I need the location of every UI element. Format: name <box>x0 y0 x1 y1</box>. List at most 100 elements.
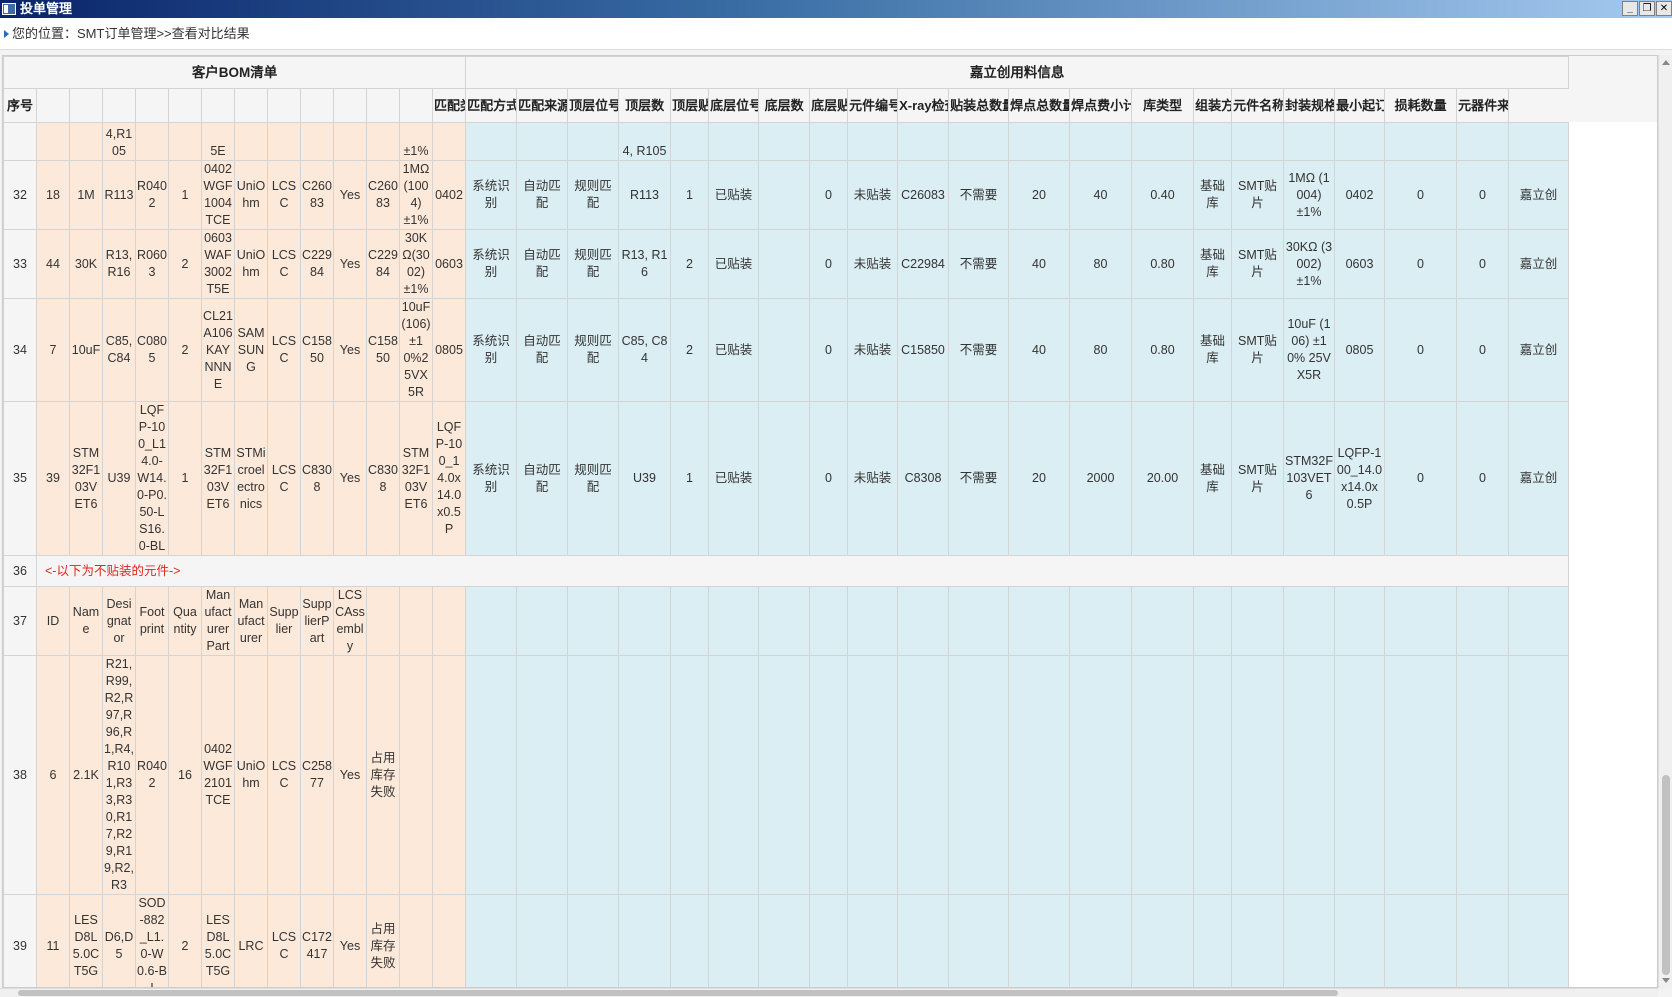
customer-bom-cell: LCSC <box>267 298 301 402</box>
jlc-material-cell: 基础库 <box>1193 401 1232 556</box>
jlc-material-cell <box>1283 894 1335 987</box>
customer-bom-cell: 4,R105 <box>102 122 136 161</box>
jlc-material-cell <box>897 655 949 895</box>
customer-bom-cell: Yes <box>333 298 367 402</box>
customer-bom-cell: 1MΩ(1004)±1% <box>399 160 433 230</box>
jlc-material-cell <box>1283 655 1335 895</box>
customer-bom-cell: 7 <box>36 298 70 402</box>
customer-bom-cell: 占用库存失败 <box>366 655 400 895</box>
jlc-material-cell: 0 <box>1456 160 1509 230</box>
vertical-scroll-thumb[interactable] <box>1662 775 1670 975</box>
customer-bom-cell <box>36 122 70 161</box>
jlc-material-cell: R113 <box>618 160 671 230</box>
jlc-material-cell <box>1131 894 1194 987</box>
customer-bom-cell: 39 <box>36 401 70 556</box>
customer-bom-cell: LQFP-100_14.0x14.0x0.5P <box>432 401 466 556</box>
customer-bom-cell: C26083 <box>366 160 400 230</box>
jlc-material-cell: 0 <box>809 160 848 230</box>
col-header-customer-blank <box>168 88 202 123</box>
jlc-material-cell: 20.00 <box>1131 401 1194 556</box>
jlc-material-cell: 已贴装 <box>708 401 759 556</box>
customer-bom-cell: 30KΩ(3002)±1% <box>399 229 433 299</box>
horizontal-scrollbar[interactable] <box>0 988 1658 997</box>
jlc-material-cell: SMT贴片 <box>1231 229 1284 299</box>
customer-bom-cell: 1 <box>168 160 202 230</box>
scroll-up-icon[interactable] <box>1662 60 1670 65</box>
customer-bom-cell: Quantity <box>168 586 202 656</box>
customer-bom-cell: C15850 <box>366 298 400 402</box>
col-header-jlc: 顶层数 <box>618 88 672 123</box>
customer-bom-cell: Yes <box>333 229 367 299</box>
col-header-customer-blank <box>399 88 433 123</box>
jlc-material-cell <box>758 894 810 987</box>
jlc-material-cell <box>516 586 568 656</box>
customer-bom-cell <box>69 122 103 161</box>
table-row: 37 ID Name Designator Footprint Quantity Manuf… <box>3 586 1569 656</box>
jlc-material-cell <box>670 894 709 987</box>
jlc-material-cell: 不需要 <box>948 160 1009 230</box>
jlc-material-cell: 0402 <box>1334 160 1385 230</box>
customer-bom-cell: Yes <box>333 655 367 895</box>
jlc-material-cell: 自动匹配 <box>516 401 568 556</box>
customer-bom-cell: LCSC <box>267 160 301 230</box>
jlc-material-cell <box>758 655 810 895</box>
customer-bom-cell <box>432 655 466 895</box>
jlc-material-cell <box>1069 122 1132 161</box>
customer-bom-cell: 0402WGF2101TCE <box>201 655 235 895</box>
jlc-material-cell <box>670 655 709 895</box>
customer-bom-cell: R21,R99,R2,R97,R96,R1,R4,R101,R33,R30,R1… <box>102 655 136 895</box>
jlc-material-cell: C85, C84 <box>618 298 671 402</box>
jlc-material-cell: 系统识别 <box>465 401 517 556</box>
jlc-material-cell: 基础库 <box>1193 229 1232 299</box>
customer-bom-cell: 0402WGF1004TCE <box>201 160 235 230</box>
jlc-material-cell <box>1069 586 1132 656</box>
customer-bom-cell: 18 <box>36 160 70 230</box>
col-header-customer-blank <box>234 88 268 123</box>
jlc-material-cell <box>1193 122 1232 161</box>
customer-bom-cell: 10uF(106)±10%25VX5R <box>399 298 433 402</box>
customer-bom-cell: STM32F103VET6 <box>201 401 235 556</box>
jlc-material-cell: 不需要 <box>948 401 1009 556</box>
customer-bom-cell: CL21A106KAYNNNE <box>201 298 235 402</box>
customer-bom-cell: ManufacturerPart <box>201 586 235 656</box>
customer-bom-cell <box>168 122 202 161</box>
jlc-material-cell <box>809 655 848 895</box>
customer-bom-cell: 11 <box>36 894 70 987</box>
jlc-material-cell: 不需要 <box>948 229 1009 299</box>
scroll-down-icon[interactable] <box>1662 978 1670 983</box>
minimize-button[interactable]: _ <box>1622 1 1638 16</box>
customer-bom-cell: 44 <box>36 229 70 299</box>
customer-bom-cell: SupplierPart <box>300 586 334 656</box>
jlc-material-cell: 未贴装 <box>847 401 898 556</box>
col-header-jlc: 底层贴装 <box>809 88 849 123</box>
customer-bom-cell: 0402 <box>432 160 466 230</box>
jlc-material-cell <box>567 894 619 987</box>
customer-bom-cell: 1 <box>168 401 202 556</box>
customer-bom-header: 客户BOM清单 <box>3 56 467 89</box>
restore-button[interactable]: ❐ <box>1639 1 1655 16</box>
jlc-material-cell <box>708 655 759 895</box>
jlc-material-cell <box>465 586 517 656</box>
customer-bom-cell <box>432 586 466 656</box>
jlc-material-cell: 40 <box>1008 229 1070 299</box>
customer-bom-cell: D6,D5 <box>102 894 136 987</box>
jlc-material-cell <box>1334 894 1385 987</box>
table-row: 38 6 2.1K R21,R99,R2,R97,R96,R1,R4,R101,R33… <box>3 655 1569 895</box>
jlc-material-cell <box>1384 122 1457 161</box>
jlc-material-cell: 不需要 <box>948 298 1009 402</box>
customer-bom-cell: STMicroelectronics <box>234 401 268 556</box>
jlc-material-cell: 规则匹配 <box>567 298 619 402</box>
table-row: 32 18 1M R113 R0402 1 0402WGF1004TCE UniOhm LCSC… <box>3 160 1569 230</box>
customer-bom-cell: ±1% <box>399 122 433 161</box>
customer-bom-cell <box>333 122 367 161</box>
col-header-jlc: 底层位号 <box>708 88 760 123</box>
customer-bom-cell: Supplier <box>267 586 301 656</box>
jlc-material-cell: 20 <box>1008 160 1070 230</box>
jlc-material-cell: 0 <box>1384 298 1457 402</box>
horizontal-scroll-thumb[interactable] <box>18 990 1338 996</box>
jlc-material-cell <box>758 160 810 230</box>
close-button[interactable]: ✕ <box>1656 1 1672 16</box>
jlc-material-cell <box>1231 122 1284 161</box>
customer-bom-cell <box>432 894 466 987</box>
vertical-scrollbar[interactable] <box>1658 55 1672 988</box>
